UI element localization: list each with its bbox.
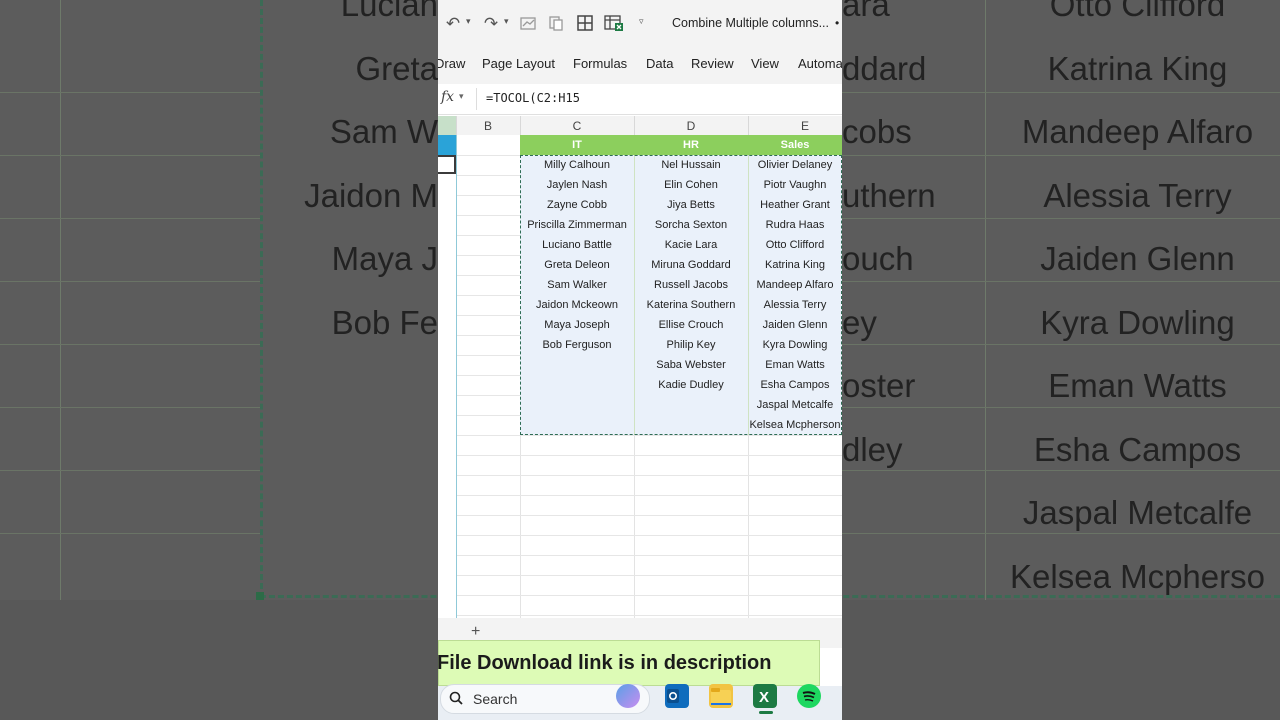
search-icon — [449, 691, 463, 705]
title-separator: • — [835, 16, 840, 30]
column-a-cells[interactable] — [438, 135, 457, 618]
background-middle-name: oster — [842, 367, 916, 404]
background-right-name: Eman Watts — [1048, 367, 1227, 404]
undo-dropdown-icon[interactable]: ▾ — [466, 16, 474, 27]
background-middle-name: ey — [842, 303, 877, 341]
header-cell-sales[interactable]: Sales — [748, 135, 842, 155]
formula-bar: fx ▾ =TOCOL(C2:H15 — [438, 84, 842, 115]
ribbon-tabs: Draw Page Layout Formulas Data Review Vi… — [438, 48, 842, 84]
background-middle-name: ouch — [842, 240, 914, 277]
add-sheet-button[interactable]: + — [471, 623, 480, 641]
background-right-name: Otto Clifford — [1049, 0, 1226, 23]
background-right-name: Esha Campos — [1033, 430, 1242, 468]
tab-view[interactable]: View — [751, 56, 779, 71]
svg-text:X: X — [759, 689, 769, 706]
background-middle-name: dley — [842, 430, 903, 468]
background-left-name: Jaidon M — [304, 176, 438, 214]
format-painter-icon[interactable] — [546, 14, 566, 34]
copy-selection-border — [520, 155, 842, 435]
download-banner: File Download link is in description — [438, 640, 820, 686]
formula-input[interactable]: =TOCOL(C2:H15 — [486, 91, 580, 105]
copilot-icon[interactable] — [616, 684, 640, 708]
excel-taskbar-icon[interactable]: X — [753, 684, 777, 714]
column-headers: B C D E — [438, 116, 842, 136]
background-right-name: Katrina King — [1047, 49, 1228, 87]
windows-taskbar: Search X — [438, 684, 842, 720]
selection-handle — [256, 592, 264, 600]
excel-window: ↶ ▾ ↷ ▾ ▿ Combine Multiple columns... • … — [438, 0, 842, 720]
background-left-name: Lucian — [340, 0, 438, 23]
undo-icon[interactable]: ↶ — [443, 14, 463, 34]
background-left-name: Greta — [355, 49, 438, 87]
background-right-name: Kyra Dowling — [1040, 303, 1235, 341]
background-middle-name: uthern — [842, 176, 936, 214]
background-right-name: Jaiden Glenn — [1040, 240, 1235, 277]
header-cell-it[interactable]: IT — [520, 135, 634, 155]
search-label: Search — [473, 691, 518, 707]
background-middle-name: ddard — [842, 49, 927, 87]
header-cell-hr[interactable]: HR — [634, 135, 748, 155]
quick-access-toolbar: ↶ ▾ ↷ ▾ ▿ Combine Multiple columns... • — [438, 0, 842, 48]
column-header-a[interactable] — [438, 116, 456, 135]
worksheet-grid[interactable]: IT HR Sales Milly Calhoun Nel Hussain Oliv… — [438, 135, 842, 618]
background-left-name: Bob Fe — [331, 303, 438, 341]
insert-function-icon[interactable]: fx — [441, 89, 454, 105]
background-right-name: Jaspal Metcalfe — [1022, 494, 1253, 531]
column-header-d[interactable]: D — [634, 119, 748, 133]
column-header-e[interactable]: E — [748, 119, 842, 133]
background-right-name: Alessia Terry — [1043, 176, 1232, 214]
tab-review[interactable]: Review — [691, 56, 734, 71]
tab-draw[interactable]: Draw — [438, 56, 465, 71]
tab-formulas[interactable]: Formulas — [573, 56, 627, 71]
document-title[interactable]: Combine Multiple columns... — [672, 16, 829, 30]
active-cell[interactable] — [438, 155, 456, 174]
redo-dropdown-icon[interactable]: ▾ — [504, 16, 512, 27]
banner-text: File Download link is in description — [438, 652, 772, 674]
column-header-c[interactable]: C — [520, 119, 634, 133]
background-middle-name: ara — [842, 0, 890, 23]
column-header-b[interactable]: B — [456, 119, 520, 133]
background-right-name: Mandeep Alfaro — [1021, 113, 1254, 150]
customize-toolbar-icon[interactable]: ▿ — [639, 16, 647, 27]
function-dropdown-icon[interactable]: ▾ — [459, 91, 464, 102]
table-excel-icon[interactable] — [604, 14, 624, 34]
background-right-name: Kelsea Mcpherso — [1010, 557, 1265, 595]
borders-icon[interactable] — [575, 14, 595, 34]
selection-border-left — [260, 0, 263, 598]
redo-icon[interactable]: ↷ — [481, 14, 501, 34]
tab-page-layout[interactable]: Page Layout — [482, 56, 555, 71]
tab-automate[interactable]: Automa — [798, 56, 842, 71]
background-left-name: Sam W — [329, 113, 438, 150]
background-middle-name: cobs — [842, 113, 912, 150]
chart-icon[interactable] — [518, 14, 538, 34]
background-left-name: Maya J — [331, 240, 438, 277]
tab-data[interactable]: Data — [646, 56, 673, 71]
outlook-icon[interactable] — [665, 684, 689, 708]
column-a-header-cell[interactable] — [438, 135, 456, 155]
file-explorer-icon[interactable] — [709, 684, 733, 708]
spotify-icon[interactable] — [797, 684, 821, 708]
